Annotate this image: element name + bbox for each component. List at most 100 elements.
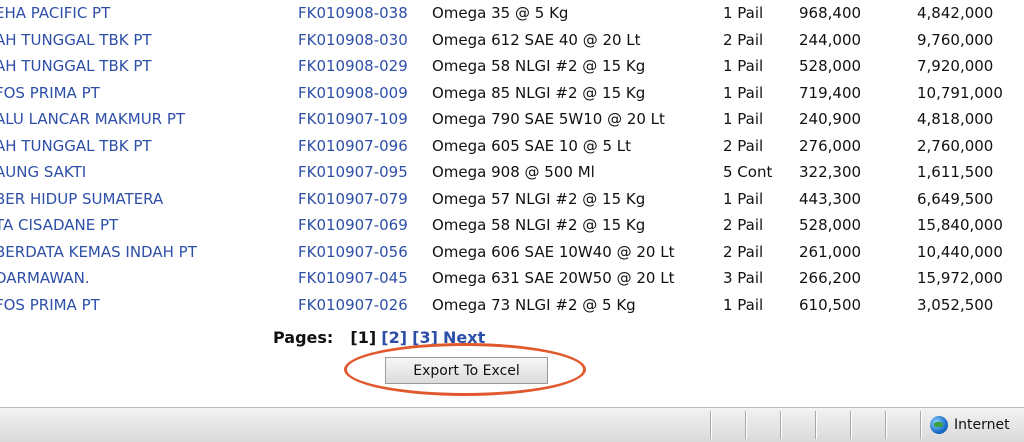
unit-price-cell: 443,300 [799, 189, 862, 208]
customer-link[interactable]: DARMAWAN. [0, 269, 90, 287]
table-row: TA CISADANE PT FK010907-069 Omega 58 NLGI … [0, 212, 1017, 239]
quantity-cell: 1 Pail [723, 83, 764, 102]
customer-link[interactable]: AH TUNGGAL TBK PT [0, 57, 152, 75]
status-divider [815, 411, 817, 439]
status-divider [885, 411, 887, 439]
total-cell: 7,920,000 [917, 57, 994, 76]
product-cell: Omega 790 SAE 5W10 @ 20 Lt [432, 110, 665, 129]
total-cell: 10,440,000 [917, 242, 1003, 261]
table-row: AUNG SAKTI FK010907-095 Omega 908 @ 500 Ml… [0, 159, 1017, 186]
total-cell: 6,649,500 [917, 189, 994, 208]
table-row: AH TUNGGAL TBK PT FK010908-030 Omega 612 S… [0, 27, 1017, 54]
page-content: EHA PACIFIC PT FK010908-038 Omega 35 @ 5 K… [0, 0, 1024, 407]
export-to-excel-button[interactable]: Export To Excel [385, 357, 548, 384]
customer-link[interactable]: EHA PACIFIC PT [0, 4, 110, 22]
table-row: BERDATA KEMAS INDAH PT FK010907-056 Omega … [0, 239, 1017, 266]
invoice-link[interactable]: FK010907-095 [298, 163, 408, 181]
status-divider [850, 411, 852, 439]
invoice-link[interactable]: FK010908-009 [298, 84, 408, 102]
invoice-link[interactable]: FK010908-030 [298, 31, 408, 49]
quantity-cell: 2 Pail [723, 136, 764, 155]
product-cell: Omega 58 NLGI #2 @ 15 Kg [432, 57, 646, 76]
status-divider [745, 411, 747, 439]
table-row: AH TUNGGAL TBK PT FK010908-029 Omega 58 NL… [0, 53, 1017, 80]
invoice-link[interactable]: FK010907-109 [298, 110, 408, 128]
page-2-link[interactable]: [2] [381, 328, 407, 347]
unit-price-cell: 244,000 [799, 30, 862, 49]
quantity-cell: 2 Pail [723, 242, 764, 261]
unit-price-cell: 240,900 [799, 110, 862, 129]
quantity-cell: 1 Pail [723, 4, 764, 23]
invoice-link[interactable]: FK010908-029 [298, 57, 408, 75]
customer-link[interactable]: AH TUNGGAL TBK PT [0, 137, 152, 155]
page-1-current: [1] [350, 328, 377, 347]
unit-price-cell: 719,400 [799, 83, 862, 102]
table-row: FOS PRIMA PT FK010907-026 Omega 73 NLGI #2… [0, 292, 1017, 319]
invoice-link[interactable]: FK010907-026 [298, 296, 408, 314]
customer-link[interactable]: BER HIDUP SUMATERA [0, 190, 163, 208]
customer-link[interactable]: AH TUNGGAL TBK PT [0, 31, 152, 49]
total-cell: 2,760,000 [917, 136, 994, 155]
unit-price-cell: 276,000 [799, 136, 862, 155]
total-cell: 4,842,000 [917, 4, 994, 23]
unit-price-cell: 968,400 [799, 4, 862, 23]
product-cell: Omega 631 SAE 20W50 @ 20 Lt [432, 269, 675, 288]
quantity-cell: 5 Cont [723, 163, 773, 182]
total-cell: 3,052,500 [917, 295, 994, 314]
unit-price-cell: 266,200 [799, 269, 862, 288]
status-bar: Internet [0, 407, 1024, 442]
invoice-link[interactable]: FK010908-038 [298, 4, 408, 22]
table-row: DARMAWAN. FK010907-045 Omega 631 SAE 20W50… [0, 265, 1017, 292]
customer-link[interactable]: TA CISADANE PT [0, 216, 118, 234]
invoice-table: EHA PACIFIC PT FK010908-038 Omega 35 @ 5 K… [0, 0, 1017, 318]
product-cell: Omega 612 SAE 40 @ 20 Lt [432, 30, 641, 49]
zone-label: Internet [954, 417, 1010, 433]
invoice-link[interactable]: FK010907-096 [298, 137, 408, 155]
total-cell: 15,840,000 [917, 216, 1003, 235]
quantity-cell: 1 Pail [723, 110, 764, 129]
product-cell: Omega 85 NLGI #2 @ 15 Kg [432, 83, 646, 102]
quantity-cell: 3 Pail [723, 269, 764, 288]
customer-link[interactable]: FOS PRIMA PT [0, 296, 100, 314]
unit-price-cell: 261,000 [799, 242, 862, 261]
product-cell: Omega 35 @ 5 Kg [432, 4, 569, 23]
customer-link[interactable]: FOS PRIMA PT [0, 84, 100, 102]
invoice-link[interactable]: FK010907-056 [298, 243, 408, 261]
customer-link[interactable]: ALU LANCAR MAKMUR PT [0, 110, 185, 128]
status-divider [780, 411, 782, 439]
status-divider [710, 411, 712, 439]
quantity-cell: 1 Pail [723, 57, 764, 76]
product-cell: Omega 73 NLGI #2 @ 5 Kg [432, 295, 636, 314]
globe-icon [930, 416, 948, 434]
invoice-link[interactable]: FK010907-079 [298, 190, 408, 208]
product-cell: Omega 606 SAE 10W40 @ 20 Lt [432, 242, 675, 261]
invoice-link[interactable]: FK010907-069 [298, 216, 408, 234]
total-cell: 4,818,000 [917, 110, 994, 129]
product-cell: Omega 58 NLGI #2 @ 15 Kg [432, 216, 646, 235]
customer-link[interactable]: BERDATA KEMAS INDAH PT [0, 243, 197, 261]
quantity-cell: 1 Pail [723, 189, 764, 208]
pages-label: Pages: [273, 328, 334, 347]
security-zone[interactable]: Internet [930, 416, 1010, 434]
total-cell: 1,611,500 [917, 163, 994, 182]
product-cell: Omega 57 NLGI #2 @ 15 Kg [432, 189, 646, 208]
unit-price-cell: 528,000 [799, 57, 862, 76]
table-row: ALU LANCAR MAKMUR PT FK010907-109 Omega 79… [0, 106, 1017, 133]
table-row: FOS PRIMA PT FK010908-009 Omega 85 NLGI #2… [0, 80, 1017, 107]
table-row: BER HIDUP SUMATERA FK010907-079 Omega 57 N… [0, 186, 1017, 213]
quantity-cell: 1 Pail [723, 295, 764, 314]
customer-link[interactable]: AUNG SAKTI [0, 163, 86, 181]
unit-price-cell: 322,300 [799, 163, 862, 182]
table-row: AH TUNGGAL TBK PT FK010907-096 Omega 605 S… [0, 133, 1017, 160]
unit-price-cell: 610,500 [799, 295, 862, 314]
invoice-link[interactable]: FK010907-045 [298, 269, 408, 287]
status-divider [920, 411, 922, 439]
product-cell: Omega 605 SAE 10 @ 5 Lt [432, 136, 632, 155]
quantity-cell: 2 Pail [723, 30, 764, 49]
total-cell: 9,760,000 [917, 30, 994, 49]
total-cell: 15,972,000 [917, 269, 1003, 288]
table-row: EHA PACIFIC PT FK010908-038 Omega 35 @ 5 K… [0, 0, 1017, 27]
total-cell: 10,791,000 [917, 83, 1003, 102]
quantity-cell: 2 Pail [723, 216, 764, 235]
product-cell: Omega 908 @ 500 Ml [432, 163, 595, 182]
